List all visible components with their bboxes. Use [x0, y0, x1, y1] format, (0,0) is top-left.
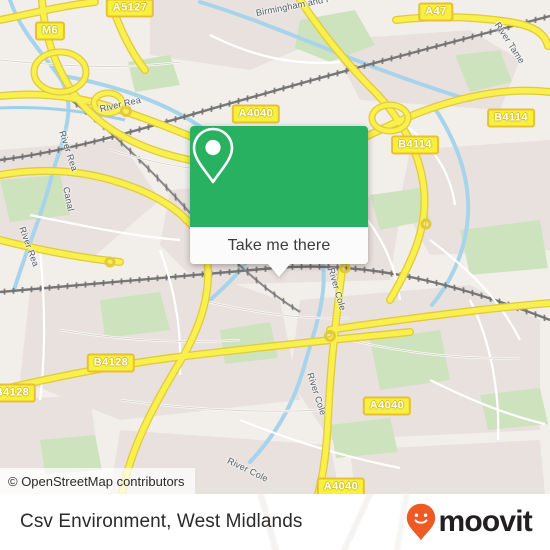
road-shield-a4040-2[interactable]: A4040 — [362, 396, 412, 416]
road-shield-a4040-1[interactable]: A4040 — [231, 104, 281, 124]
map-canvas[interactable]: Birmingham and F River Tame River Rea Ri… — [0, 0, 550, 494]
bottom-bar: Csv Environment, West Midlands moovit — [0, 494, 550, 550]
take-me-there-label: Take me there — [227, 236, 331, 254]
place-title: Csv Environment, West Midlands — [20, 511, 303, 532]
moovit-pin-smiley-icon — [407, 503, 436, 541]
road-shield-a47[interactable]: A47 — [418, 2, 454, 22]
road-shield-b4114-1[interactable]: B4114 — [487, 108, 535, 128]
moovit-wordmark: moovit — [438, 505, 532, 538]
location-popup-card: Take me there — [190, 126, 368, 277]
road-shield-b4128-2[interactable]: B4128 — [0, 383, 37, 403]
osm-attribution[interactable]: © OpenStreetMap contributors — [0, 468, 195, 494]
road-shield-a4040-3[interactable]: A4040 — [316, 477, 366, 494]
road-shield-b4128-1[interactable]: B4128 — [86, 353, 136, 373]
take-me-there-button[interactable]: Take me there — [190, 227, 368, 264]
popup-pointer-tail — [268, 264, 290, 277]
road-shield-m6[interactable]: M6 — [34, 21, 66, 41]
map-pin-icon — [192, 127, 234, 184]
moovit-map-screen: Birmingham and F River Tame River Rea Ri… — [0, 0, 550, 550]
popup-marker-panel — [190, 126, 368, 227]
osm-attribution-label: © OpenStreetMap contributors — [8, 473, 185, 489]
moovit-logo[interactable]: moovit — [406, 503, 533, 541]
road-shield-a5127[interactable]: A5127 — [105, 0, 155, 18]
road-shield-b4114-2[interactable]: B4114 — [391, 135, 439, 155]
